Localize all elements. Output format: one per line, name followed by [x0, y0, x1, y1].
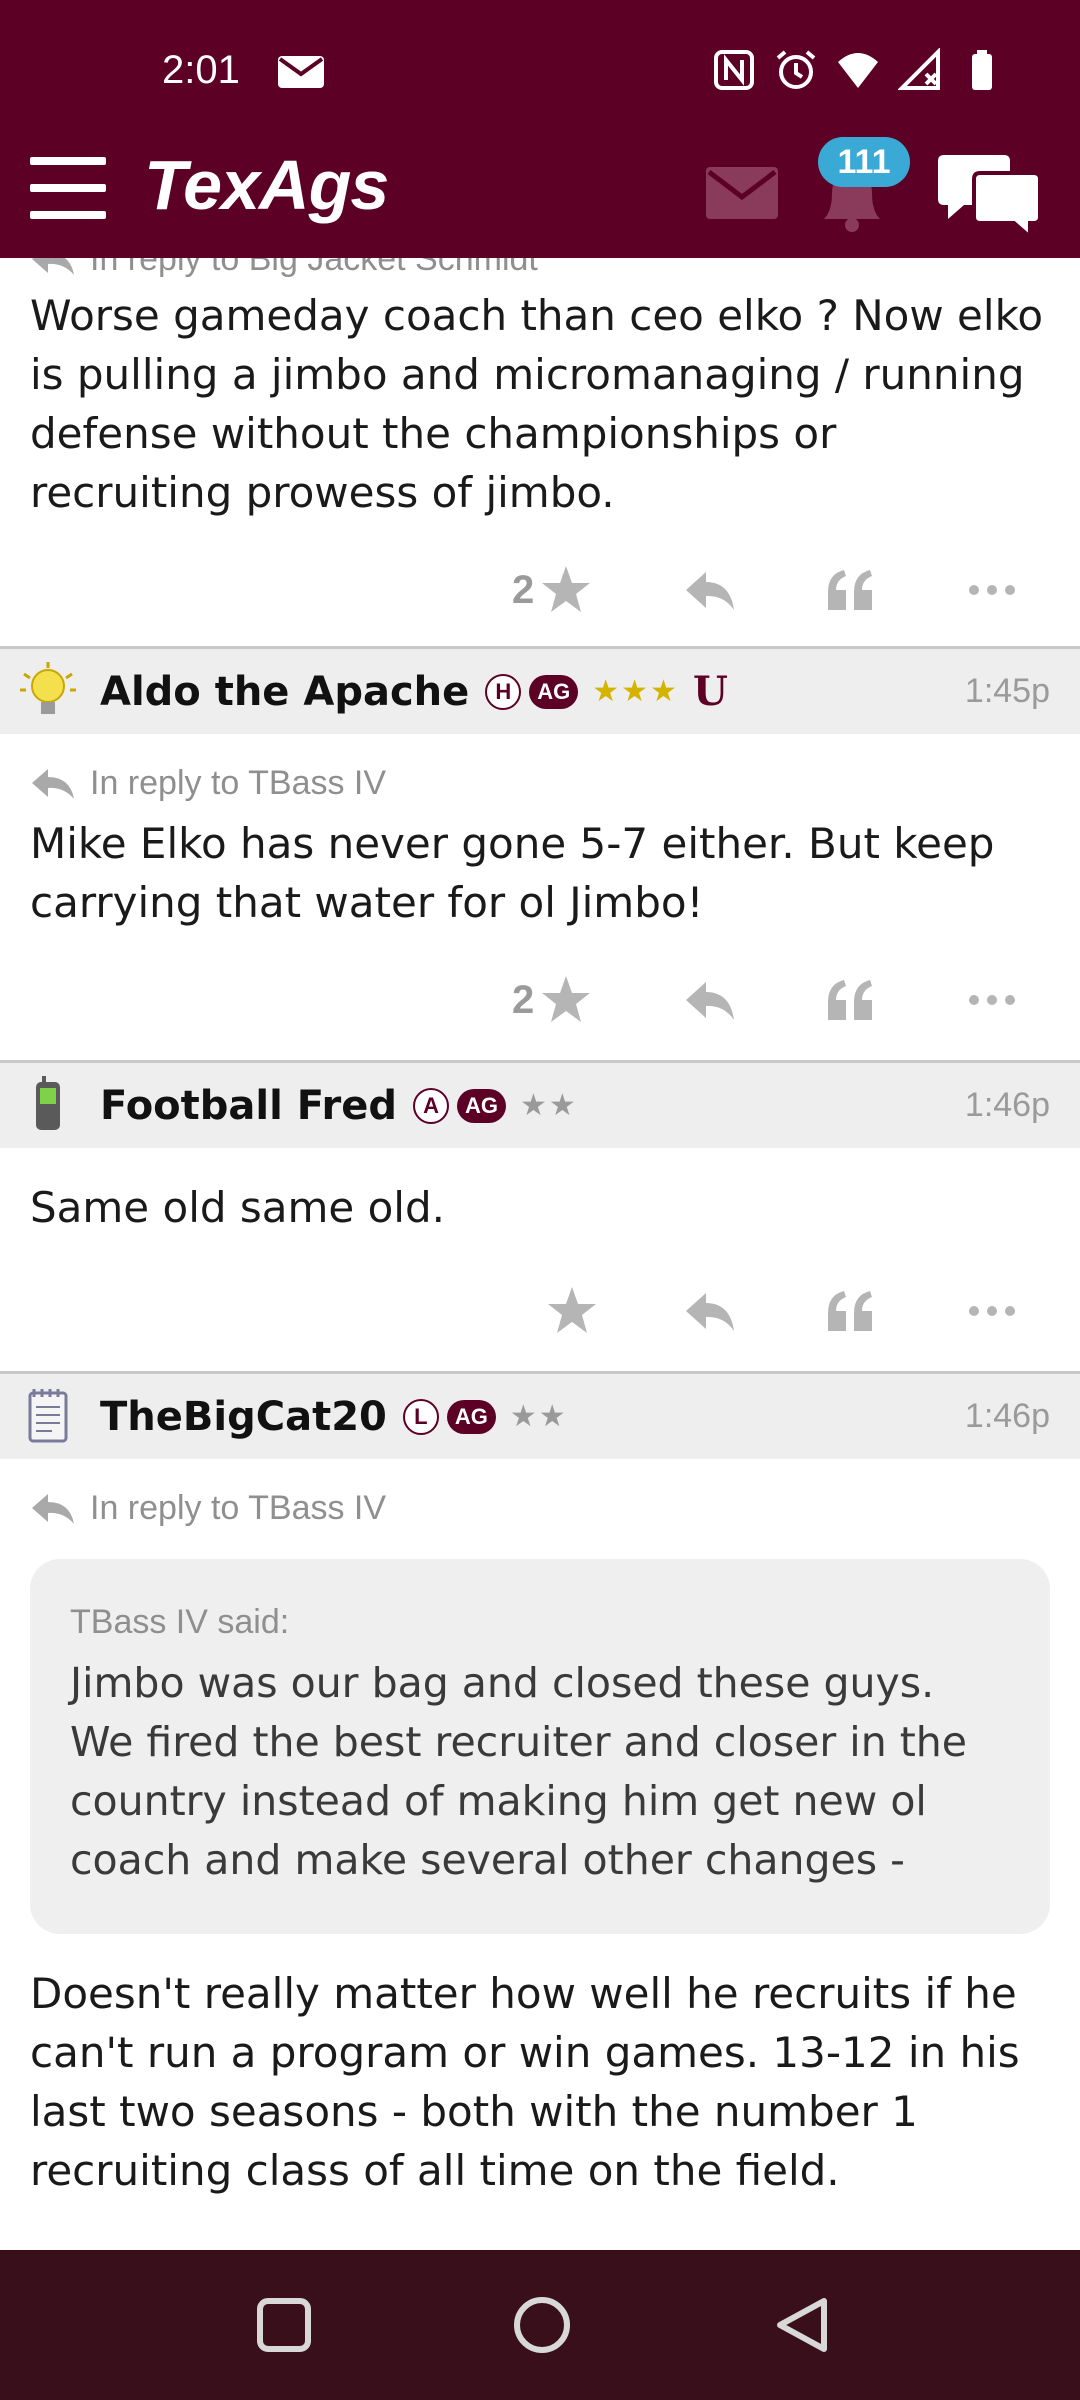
recent-apps-icon[interactable] — [254, 2295, 314, 2355]
star-icon — [548, 1287, 596, 1333]
u-logo-badge: U — [692, 668, 728, 715]
hamburger-menu-icon[interactable] — [30, 157, 106, 219]
post-time: 1:46p — [964, 1397, 1050, 1435]
quote-icon — [828, 980, 872, 1020]
post-actions: 2 — [0, 940, 1080, 1060]
more-dots-icon — [969, 585, 1015, 595]
username[interactable]: Aldo the Apache — [100, 669, 469, 715]
lightbulb-avatar-icon[interactable] — [16, 660, 80, 724]
more-options-button[interactable] — [966, 1281, 1018, 1341]
more-dots-icon — [969, 1306, 1015, 1316]
app-bar: TexAgs 111 — [0, 137, 1080, 258]
battery-icon — [972, 50, 992, 90]
reply-arrow-icon — [32, 769, 74, 799]
texags-logo[interactable]: TexAgs — [144, 145, 389, 225]
mail-notification-icon — [278, 56, 324, 88]
username[interactable]: TheBigCat20 — [100, 1394, 387, 1440]
reply-button[interactable] — [684, 970, 736, 1030]
star-button[interactable] — [546, 1281, 598, 1341]
home-circle-icon[interactable] — [512, 2295, 572, 2355]
more-options-button[interactable] — [966, 970, 1018, 1030]
reply-icon — [686, 572, 734, 610]
rating-stars: ★★ — [520, 1088, 578, 1123]
ag-badge: AG — [529, 674, 579, 709]
messages-icon[interactable] — [706, 167, 778, 219]
star-icon — [542, 566, 591, 612]
reply-reference[interactable]: In reply to TBass IV — [0, 758, 1080, 808]
quote-icon — [828, 1291, 872, 1331]
chat-bubbles-icon[interactable] — [934, 151, 1044, 241]
signal-icon — [898, 48, 940, 90]
reply-button[interactable] — [684, 560, 736, 620]
post: In reply to Big Jacket Schmidt Worse gam… — [0, 258, 1080, 650]
notification-count-badge[interactable]: 111 — [818, 137, 910, 187]
star-button[interactable]: 2 — [512, 560, 592, 620]
more-options-button[interactable] — [966, 560, 1018, 620]
rating-stars: ★★ — [509, 1399, 568, 1434]
post-header: Aldo the Apache H AG ★★★ U 1:45p — [0, 646, 1080, 734]
quoted-post: TBass IV said: Jimbo was our bag and clo… — [30, 1559, 1050, 1934]
quote-icon — [828, 570, 872, 610]
post-time: 1:46p — [964, 1086, 1050, 1124]
star-count: 2 — [512, 567, 535, 612]
status-time: 2:01 — [162, 48, 240, 92]
alarm-icon — [776, 50, 816, 89]
quote-author: TBass IV said: — [70, 1603, 290, 1641]
thread-content[interactable]: In reply to Big Jacket Schmidt Worse gam… — [0, 258, 1080, 2250]
back-triangle-icon[interactable] — [772, 2295, 832, 2355]
wifi-icon — [838, 53, 878, 88]
post-body: Doesn't really matter how well he recrui… — [30, 1969, 1020, 2195]
post: Football Fred A AG ★★ 1:46p Same old sam… — [0, 1060, 1080, 1371]
post: Aldo the Apache H AG ★★★ U 1:45p In repl… — [0, 646, 1080, 1060]
reply-icon — [686, 982, 734, 1020]
post-actions: 2 — [0, 530, 1080, 650]
star-button[interactable]: 2 — [512, 970, 592, 1030]
username[interactable]: Football Fred — [100, 1083, 397, 1129]
reply-to-text: In reply to TBass IV — [90, 1488, 387, 1527]
reply-icon — [686, 1293, 734, 1331]
quote-text: Jimbo was our bag and closed these guys.… — [70, 1659, 967, 1884]
ag-badge: AG — [446, 1399, 496, 1434]
status-icons — [712, 48, 1004, 92]
post-body: Same old same old. — [30, 1183, 445, 1232]
reply-arrow-icon — [32, 1494, 74, 1524]
nfc-icon — [714, 50, 754, 90]
reply-to-text: In reply to Big Jacket Schmidt — [90, 258, 538, 278]
member-badge: L — [402, 1398, 439, 1435]
more-dots-icon — [969, 995, 1015, 1005]
reply-reference[interactable]: In reply to TBass IV — [0, 1483, 1080, 1533]
post-time: 1:45p — [964, 672, 1050, 710]
post: TheBigCat20 L AG ★★ 1:46p In reply to TB… — [0, 1371, 1080, 2200]
quote-button[interactable] — [824, 1281, 876, 1341]
reply-arrow-icon — [32, 258, 74, 275]
member-badge: H — [485, 673, 522, 710]
post-header: Football Fred A AG ★★ 1:46p — [0, 1060, 1080, 1148]
member-badge: A — [413, 1087, 450, 1124]
reply-button[interactable] — [684, 1281, 736, 1341]
reply-reference[interactable]: In reply to Big Jacket Schmidt — [0, 258, 1080, 284]
phone-avatar-icon[interactable] — [16, 1074, 80, 1138]
post-header: TheBigCat20 L AG ★★ 1:46p — [0, 1371, 1080, 1459]
ag-badge: AG — [457, 1088, 507, 1123]
notepad-avatar-icon[interactable] — [16, 1385, 80, 1449]
rating-stars: ★★★ — [592, 674, 679, 709]
star-count: 2 — [512, 977, 535, 1022]
app-header-bar: 2:01 TexAgs 111 — [0, 0, 1080, 258]
quote-button[interactable] — [824, 560, 876, 620]
status-bar: 2:01 — [0, 0, 1080, 145]
system-navigation-bar — [0, 2250, 1080, 2400]
post-body: Worse gameday coach than ceo elko ? Now … — [30, 291, 1044, 517]
post-body: Mike Elko has never gone 5-7 either. But… — [30, 819, 995, 927]
post-actions — [0, 1251, 1080, 1371]
star-icon — [542, 976, 591, 1022]
reply-to-text: In reply to TBass IV — [90, 763, 387, 802]
quote-button[interactable] — [824, 970, 876, 1030]
